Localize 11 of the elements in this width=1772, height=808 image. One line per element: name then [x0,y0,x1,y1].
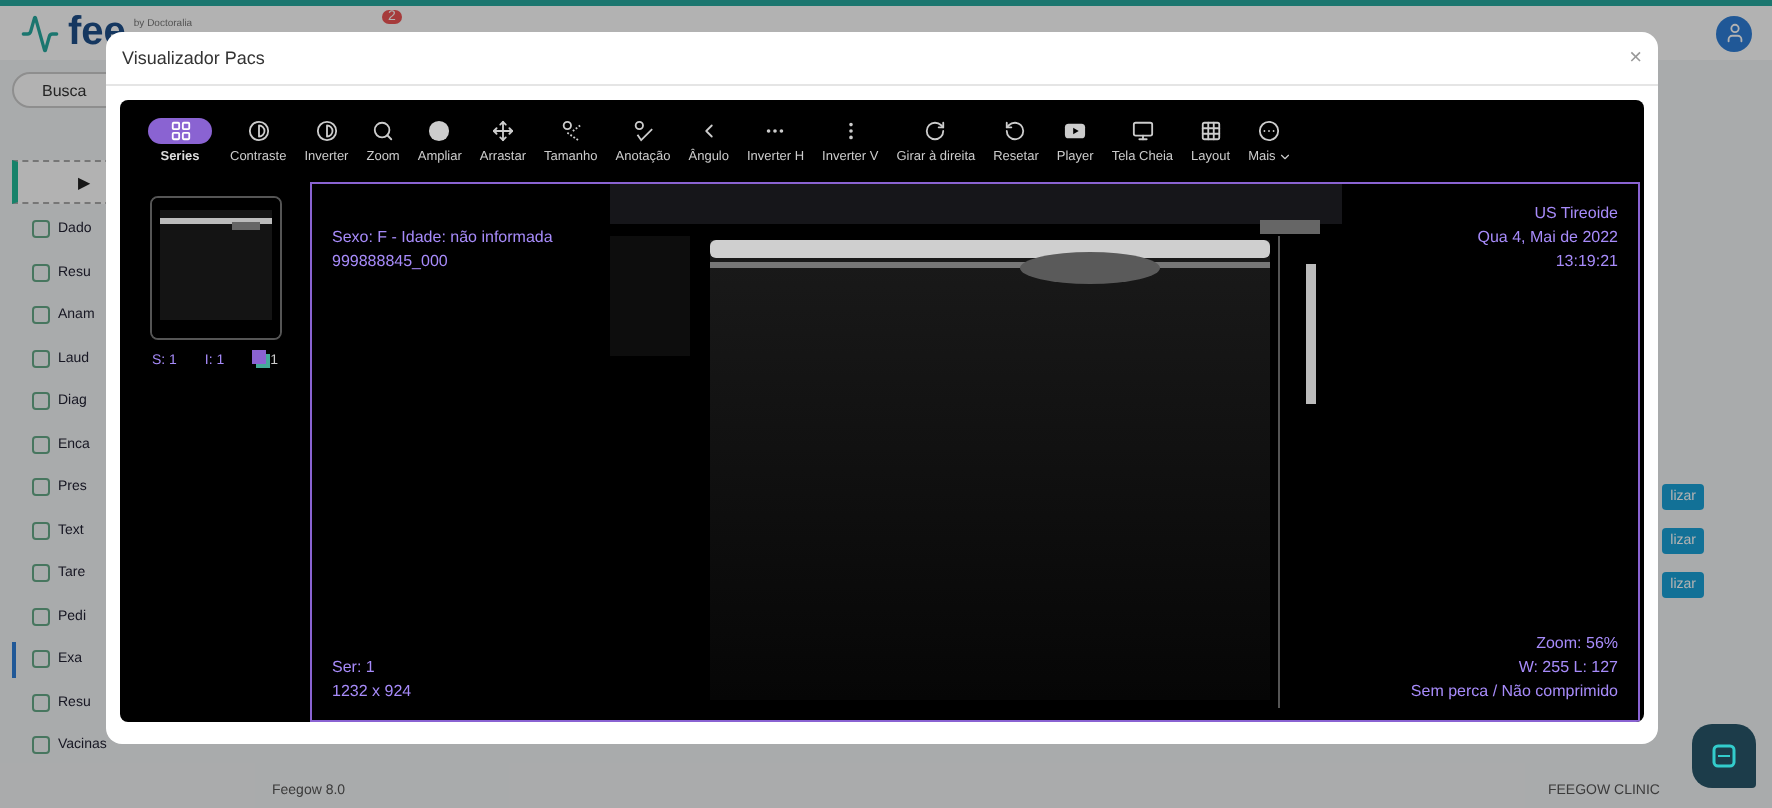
overlay-text: 999888845_000 [332,252,448,270]
modal-title: Visualizador Pacs [122,48,265,68]
overlay-text: 1232 x 924 [332,682,412,700]
overlay-text: Zoom: 56% [1536,634,1618,652]
overlay-text: US Tireoide [1534,204,1618,222]
overlay-text: W: 255 L: 127 [1518,658,1618,676]
overlay-text: Qua 4, Mai de 2022 [1477,228,1618,246]
overlay-text: Sem perca / Não comprimido [1410,682,1618,700]
overlay-text: Sexo: F - Idade: não informada [332,228,553,246]
overlay-text: Ser: 1 [332,658,375,676]
overlay-text: 13:19:21 [1555,252,1618,270]
